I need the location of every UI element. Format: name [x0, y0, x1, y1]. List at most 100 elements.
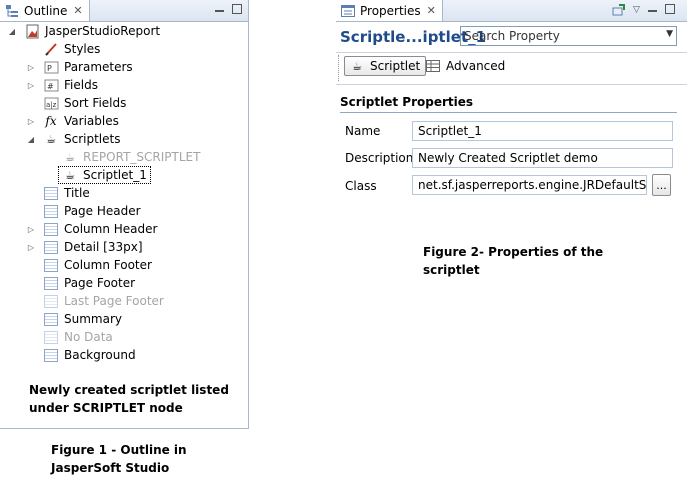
- scriptlet-icon: ☕: [352, 59, 362, 73]
- tree-item-scriptlet-1[interactable]: ☕ Scriptlet_1: [58, 166, 151, 184]
- tree-item-last-page-footer[interactable]: Last Page Footer: [43, 292, 164, 310]
- expand-variables-icon[interactable]: ▷: [26, 112, 36, 130]
- outline-view-icon: [4, 4, 20, 18]
- band-icon: [43, 240, 59, 254]
- tree-item-parameters[interactable]: P Parameters: [43, 58, 133, 76]
- tree-item-label: Column Footer: [64, 258, 152, 272]
- search-property-text: Search Property: [464, 29, 560, 43]
- tree-item-summary[interactable]: Summary: [43, 310, 122, 328]
- properties-tab-close-icon[interactable]: ✕: [427, 4, 436, 17]
- pin-view-icon[interactable]: [612, 3, 626, 20]
- name-field[interactable]: Scriptlet_1: [412, 121, 673, 141]
- outline-tab[interactable]: Outline ✕: [0, 0, 90, 21]
- svg-text:P: P: [47, 64, 52, 73]
- tab-advanced[interactable]: Advanced: [421, 56, 510, 76]
- tree-item-variables[interactable]: fx Variables: [43, 112, 119, 130]
- tree-item-label: JasperStudioReport: [45, 24, 161, 38]
- band-icon: [43, 348, 59, 362]
- tree-item-label: Summary: [64, 312, 122, 326]
- tree-item-scriptlets[interactable]: ☕ Scriptlets: [43, 130, 120, 148]
- outline-tab-close-icon[interactable]: ✕: [73, 4, 82, 17]
- minimize-icon[interactable]: [215, 4, 224, 12]
- table-icon: [425, 59, 441, 73]
- tree-item-label: Page Header: [64, 204, 141, 218]
- band-icon: [43, 294, 59, 308]
- tree-item-page-header[interactable]: Page Header: [43, 202, 141, 220]
- scriptlet-icon: ☕: [65, 168, 75, 182]
- tree-item-fields[interactable]: # Fields: [43, 76, 98, 94]
- report-icon: [24, 24, 40, 38]
- tree-item-label: Background: [64, 348, 136, 362]
- tree-item-detail[interactable]: Detail [33px]: [43, 238, 143, 256]
- tab-advanced-label: Advanced: [446, 59, 506, 73]
- figure2-caption: Figure 2- Properties of the scriptlet: [423, 243, 603, 279]
- class-label: Class: [345, 179, 377, 193]
- selected-item-box: ☕ Scriptlet_1: [58, 166, 151, 184]
- name-label: Name: [345, 124, 381, 138]
- tree-item-label: Scriptlet_1: [83, 168, 147, 182]
- tab-scriptlet[interactable]: ☕ Scriptlet: [344, 56, 427, 76]
- expand-parameters-icon[interactable]: ▷: [26, 58, 36, 76]
- expand-fields-icon[interactable]: ▷: [26, 76, 36, 94]
- properties-header: Scriptle...iptlet_1 Search Property ▼: [336, 22, 687, 52]
- browse-class-button[interactable]: ...: [652, 174, 671, 196]
- tree-item-background[interactable]: Background: [43, 346, 136, 364]
- figure1-caption-line1: Figure 1 - Outline in: [51, 443, 187, 457]
- chevron-down-icon[interactable]: ▼: [666, 29, 673, 39]
- variables-icon: fx: [45, 114, 57, 128]
- tree-item-label: Parameters: [64, 60, 133, 74]
- scriptlet-icon: ☕: [65, 150, 75, 164]
- tree-item-label: Last Page Footer: [64, 294, 164, 308]
- scriptlet-icon: ☕: [46, 132, 56, 146]
- tree-item-label: Variables: [64, 114, 119, 128]
- tree-item-label: Page Footer: [64, 276, 136, 290]
- tree-item-label: Title: [64, 186, 90, 200]
- fields-icon: #: [43, 78, 59, 92]
- tree-item-report-scriptlet[interactable]: ☕ REPORT_SCRIPTLET: [62, 148, 200, 166]
- band-icon: [43, 186, 59, 200]
- tree-item-column-footer[interactable]: Column Footer: [43, 256, 152, 274]
- description-field[interactable]: Newly Created Scriptlet demo: [412, 148, 673, 168]
- expand-column-header-icon[interactable]: ▷: [26, 220, 36, 238]
- band-icon: [43, 222, 59, 236]
- class-field[interactable]: net.sf.jasperreports.engine.JRDefaultScr…: [412, 175, 647, 195]
- tree-item-column-header[interactable]: Column Header: [43, 220, 157, 238]
- properties-tab-label: Properties: [360, 3, 421, 18]
- section-divider: [340, 112, 677, 113]
- properties-tab[interactable]: Properties ✕: [336, 0, 443, 21]
- maximize-icon[interactable]: [232, 4, 242, 14]
- expand-detail-icon[interactable]: ▷: [26, 238, 36, 256]
- tree-item-sort-fields[interactable]: a|z Sort Fields: [43, 94, 126, 112]
- outline-note: Newly created scriptlet listed under SCR…: [29, 381, 229, 417]
- properties-minimize-icon[interactable]: [648, 4, 657, 12]
- tree-item-page-footer[interactable]: Page Footer: [43, 274, 135, 292]
- band-icon: [43, 276, 59, 290]
- collapse-root-icon[interactable]: ◢: [7, 22, 17, 40]
- tree-item-label: Column Header: [64, 222, 158, 236]
- properties-view-icon: [340, 4, 356, 18]
- tree-item-no-data[interactable]: No Data: [43, 328, 113, 346]
- tree-item-label: Detail [33px]: [64, 240, 143, 254]
- tab-grip: [338, 55, 339, 81]
- tree-item-label: REPORT_SCRIPTLET: [83, 150, 201, 164]
- tree-item-styles[interactable]: Styles: [43, 40, 100, 58]
- outline-panel: Outline ✕ ◢ JasperStudioReport Styles ▷ P Par…: [0, 0, 249, 429]
- properties-tabbar: Properties ✕ ▽: [336, 0, 687, 22]
- outline-note-line1: Newly created scriptlet listed: [29, 383, 229, 397]
- tabs-divider: [336, 84, 687, 85]
- svg-text:#: #: [47, 82, 54, 91]
- parameters-icon: P: [43, 60, 59, 74]
- tree-item-label: Scriptlets: [64, 132, 121, 146]
- search-property-field[interactable]: Search Property ▼: [460, 26, 677, 46]
- tree-item-title[interactable]: Title: [43, 184, 90, 202]
- properties-maximize-icon[interactable]: [665, 4, 675, 14]
- tree-item-label: Sort Fields: [64, 96, 127, 110]
- band-icon: [43, 258, 59, 272]
- tree-item-root[interactable]: JasperStudioReport: [24, 22, 160, 40]
- figure1-caption: Figure 1 - Outline in JasperSoft Studio: [51, 441, 187, 477]
- description-label: Description: [345, 151, 414, 165]
- section-title: Scriptlet Properties: [340, 95, 474, 109]
- band-icon: [43, 312, 59, 326]
- collapse-scriptlets-icon[interactable]: ◢: [26, 130, 36, 148]
- view-menu-icon[interactable]: ▽: [633, 5, 640, 15]
